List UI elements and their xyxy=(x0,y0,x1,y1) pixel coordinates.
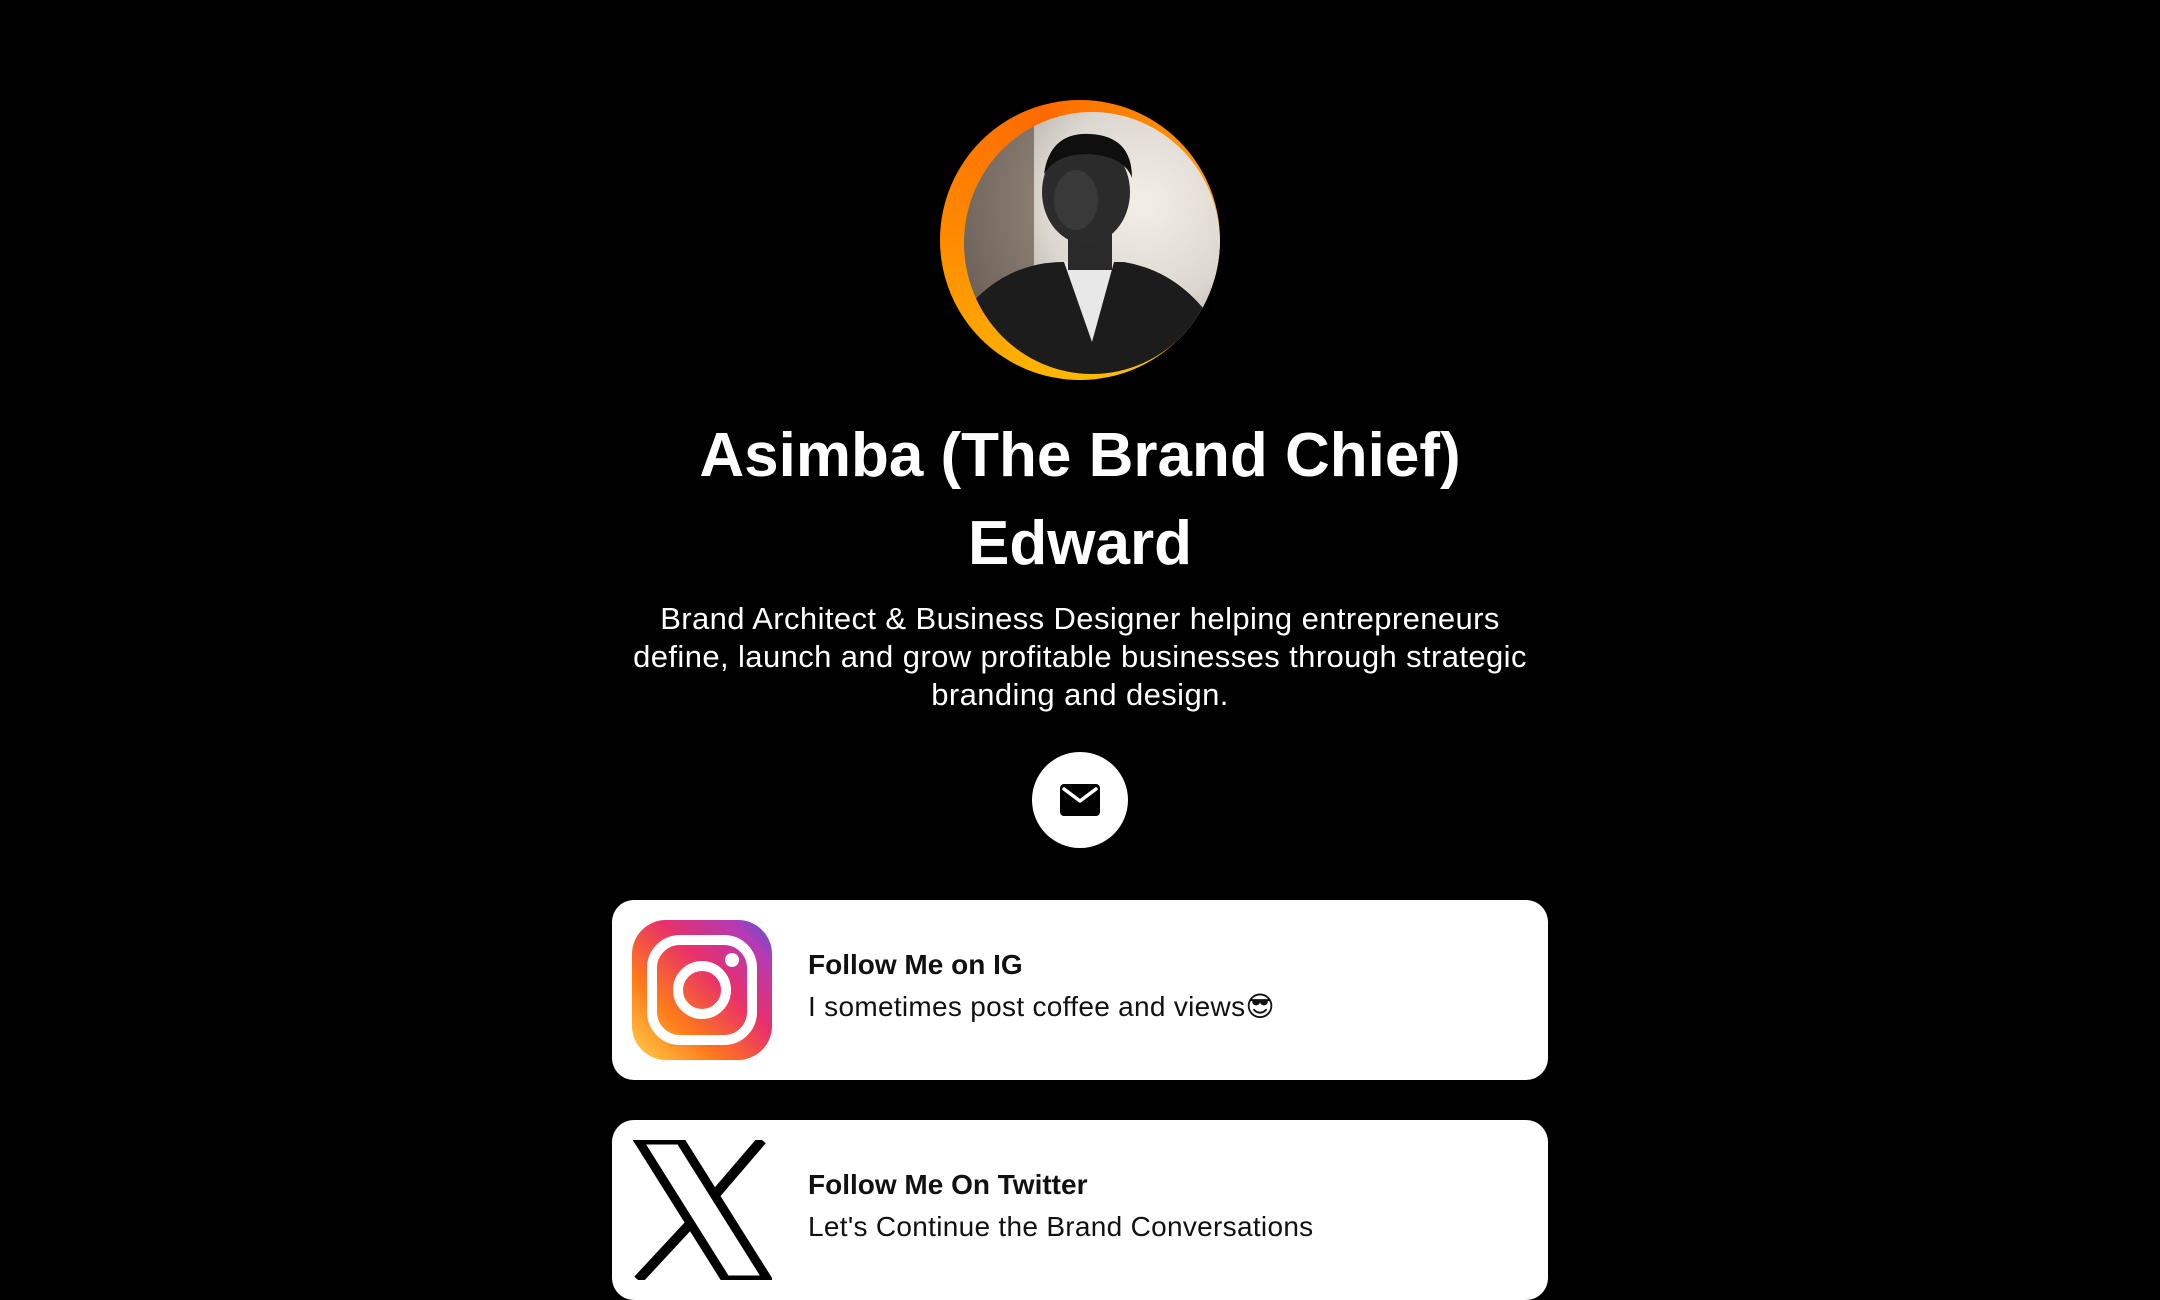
avatar xyxy=(940,100,1220,380)
avatar-photo xyxy=(964,112,1220,374)
link-card-instagram[interactable]: Follow Me on IG I sometimes post coffee … xyxy=(612,900,1548,1080)
link-description: I sometimes post coffee and views😎 xyxy=(808,991,1275,1022)
mail-icon xyxy=(1060,784,1100,816)
x-twitter-icon xyxy=(629,1135,777,1285)
link-card-twitter[interactable]: Follow Me On Twitter Let's Continue the … xyxy=(612,1120,1548,1300)
link-title: Follow Me on IG xyxy=(808,949,1023,980)
instagram-icon xyxy=(632,920,772,1060)
link-description: Let's Continue the Brand Conversations xyxy=(808,1211,1314,1242)
profile-bio: Brand Architect & Business Designer help… xyxy=(633,601,1527,712)
profile-page: Asimba (The Brand Chief) Edward Brand Ar… xyxy=(0,0,2160,1300)
email-button[interactable] xyxy=(1032,752,1128,848)
link-title: Follow Me On Twitter xyxy=(808,1169,1088,1200)
profile-name: Asimba (The Brand Chief) Edward xyxy=(699,421,1461,578)
